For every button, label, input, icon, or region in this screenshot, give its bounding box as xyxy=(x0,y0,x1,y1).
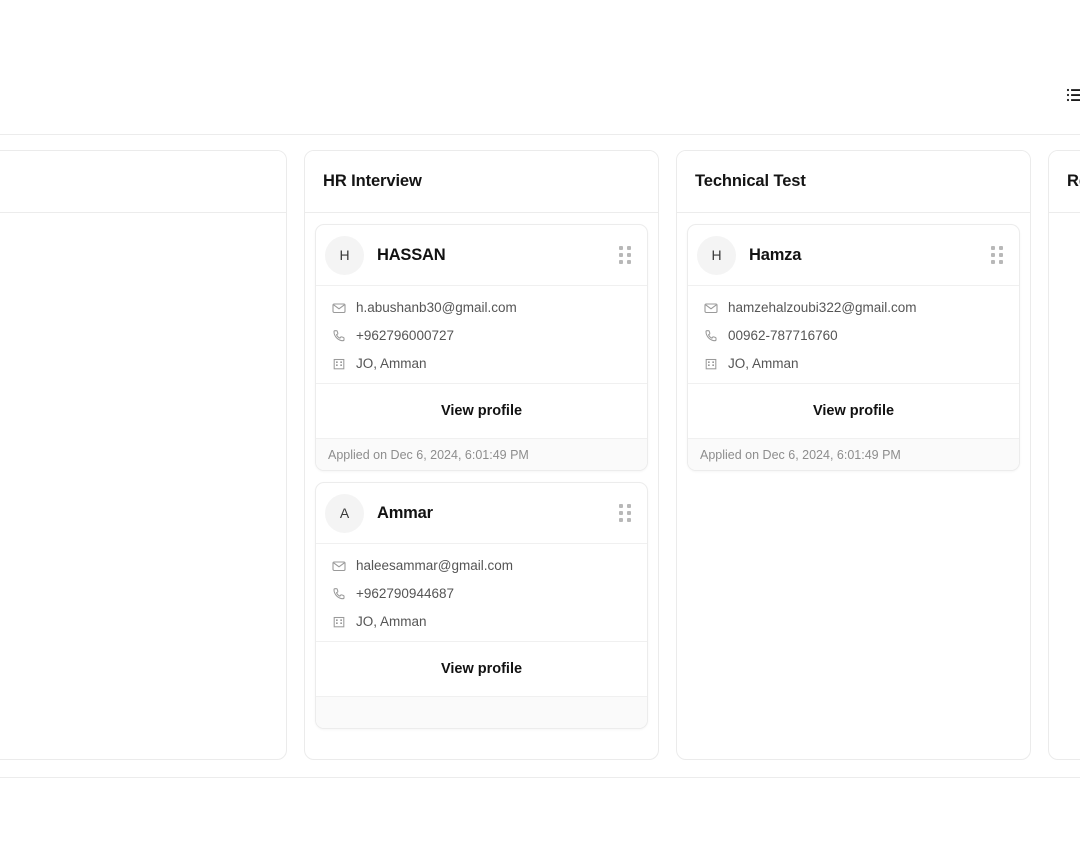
candidate-email-row: hamzehalzoubi322@gmail.com xyxy=(704,300,1003,315)
envelope-icon xyxy=(332,301,346,315)
card-details: h.abushanb30@gmail.com +962796000727 JO,… xyxy=(316,286,647,384)
applied-on-label xyxy=(316,697,647,728)
card-header: H HASSAN xyxy=(316,225,647,286)
candidate-email: haleesammar@gmail.com xyxy=(356,558,514,573)
top-bar-actions xyxy=(1066,86,1080,104)
column-title: Rejected xyxy=(1067,172,1080,190)
building-icon xyxy=(704,357,718,371)
envelope-icon xyxy=(704,301,718,315)
candidate-location: JO, Amman xyxy=(356,614,427,629)
card-details: haleesammar@gmail.com +962790944687 JO, … xyxy=(316,544,647,642)
phone-icon xyxy=(332,329,346,343)
phone-icon xyxy=(704,329,718,343)
kanban-board: HR Interview H HASSAN h.abushanb30@gmail… xyxy=(0,136,1080,778)
candidate-card[interactable]: H HASSAN h.abushanb30@gmail.com +9627960… xyxy=(315,224,648,471)
candidate-phone: +962796000727 xyxy=(356,328,454,343)
envelope-icon xyxy=(332,559,346,573)
column-card-list[interactable] xyxy=(1049,213,1080,759)
candidate-card[interactable]: H Hamza hamzehalzoubi322@gmail.com 00962… xyxy=(687,224,1020,471)
candidate-email-row: h.abushanb30@gmail.com xyxy=(332,300,631,315)
board-column-partial-left[interactable] xyxy=(0,150,287,760)
card-header: A Ammar xyxy=(316,483,647,544)
phone-icon xyxy=(332,587,346,601)
board-column-hr-interview[interactable]: HR Interview H HASSAN h.abushanb30@gmail… xyxy=(304,150,659,760)
candidate-location: JO, Amman xyxy=(356,356,427,371)
building-icon xyxy=(332,357,346,371)
building-icon xyxy=(332,615,346,629)
column-header: Technical Test xyxy=(677,151,1030,213)
candidate-phone-row: +962790944687 xyxy=(332,586,631,601)
applied-on-label: Applied on Dec 6, 2024, 6:01:49 PM xyxy=(316,439,647,470)
column-title: Technical Test xyxy=(695,172,806,190)
candidate-phone: 00962-787716760 xyxy=(728,328,838,343)
candidate-card[interactable]: A Ammar haleesammar@gmail.com +962790944… xyxy=(315,482,648,729)
board-column-rejected[interactable]: Rejected xyxy=(1048,150,1080,760)
avatar: H xyxy=(325,235,364,275)
column-header: Rejected xyxy=(1049,151,1080,213)
column-card-list[interactable]: H Hamza hamzehalzoubi322@gmail.com 00962… xyxy=(677,213,1030,759)
candidate-location: JO, Amman xyxy=(728,356,799,371)
candidate-location-row: JO, Amman xyxy=(332,614,631,629)
candidate-email: hamzehalzoubi322@gmail.com xyxy=(728,300,917,315)
candidate-location-row: JO, Amman xyxy=(332,356,631,371)
candidate-name: Ammar xyxy=(377,503,433,522)
list-view-icon[interactable] xyxy=(1066,86,1080,104)
candidate-phone: +962790944687 xyxy=(356,586,454,601)
column-card-list[interactable] xyxy=(0,213,286,759)
candidate-phone-row: +962796000727 xyxy=(332,328,631,343)
top-bar xyxy=(0,0,1080,135)
candidate-location-row: JO, Amman xyxy=(704,356,1003,371)
column-header: HR Interview xyxy=(305,151,658,213)
candidate-email: h.abushanb30@gmail.com xyxy=(356,300,517,315)
drag-handle-icon[interactable] xyxy=(619,246,633,264)
drag-handle-icon[interactable] xyxy=(991,246,1005,264)
column-title: HR Interview xyxy=(323,172,422,190)
column-header xyxy=(0,151,286,213)
card-details: hamzehalzoubi322@gmail.com 00962-7877167… xyxy=(688,286,1019,384)
view-profile-button[interactable]: View profile xyxy=(316,384,647,439)
card-header: H Hamza xyxy=(688,225,1019,286)
board-column-technical-test[interactable]: Technical Test H Hamza hamzehalzoubi322@… xyxy=(676,150,1031,760)
candidate-name: HASSAN xyxy=(377,245,446,264)
candidate-email-row: haleesammar@gmail.com xyxy=(332,558,631,573)
candidate-phone-row: 00962-787716760 xyxy=(704,328,1003,343)
avatar: A xyxy=(325,493,364,533)
view-profile-button[interactable]: View profile xyxy=(688,384,1019,439)
column-card-list[interactable]: H HASSAN h.abushanb30@gmail.com +9627960… xyxy=(305,213,658,759)
avatar: H xyxy=(697,235,736,275)
view-profile-button[interactable]: View profile xyxy=(316,642,647,697)
candidate-name: Hamza xyxy=(749,245,802,264)
drag-handle-icon[interactable] xyxy=(619,504,633,522)
board-columns-scroll[interactable]: HR Interview H HASSAN h.abushanb30@gmail… xyxy=(0,150,1080,760)
applied-on-label: Applied on Dec 6, 2024, 6:01:49 PM xyxy=(688,439,1019,470)
kanban-board-page: HR Interview H HASSAN h.abushanb30@gmail… xyxy=(0,0,1080,848)
